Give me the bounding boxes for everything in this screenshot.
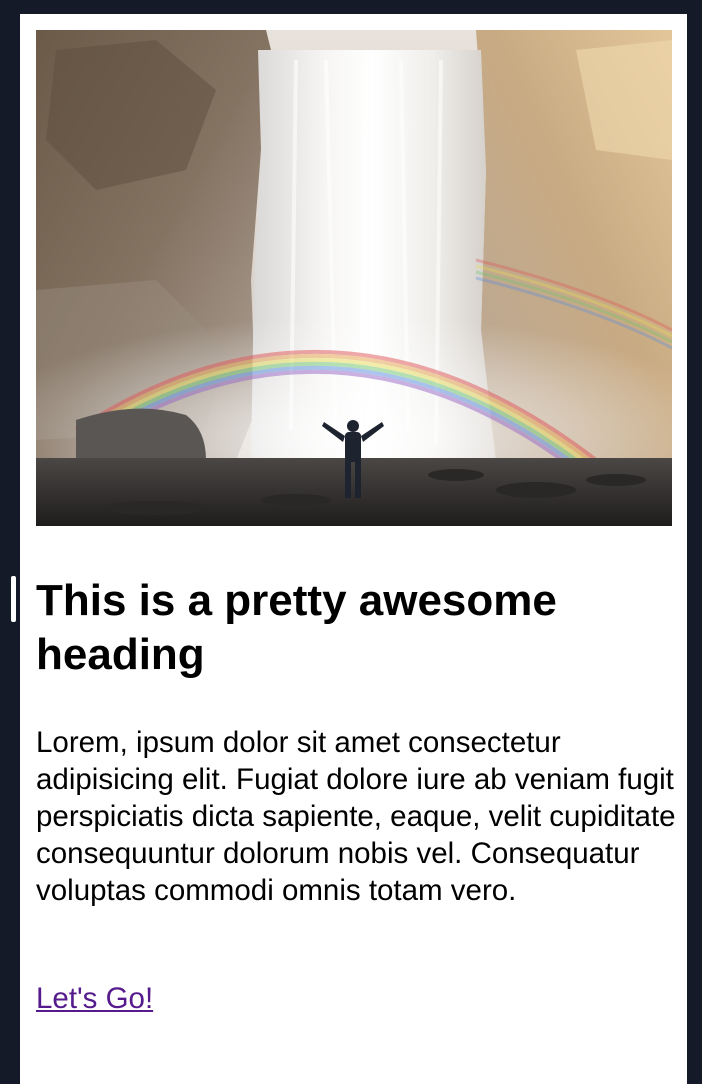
- lets-go-link[interactable]: Let's Go!: [36, 980, 153, 1017]
- hero-image-waterfall: [36, 30, 672, 526]
- scroll-indicator: [11, 576, 16, 622]
- card-heading: This is a pretty awesome heading: [36, 576, 557, 679]
- content-card: This is a pretty awesome heading Lorem, …: [20, 14, 687, 1084]
- card-description: Lorem, ipsum dolor sit amet consectetur …: [36, 726, 676, 907]
